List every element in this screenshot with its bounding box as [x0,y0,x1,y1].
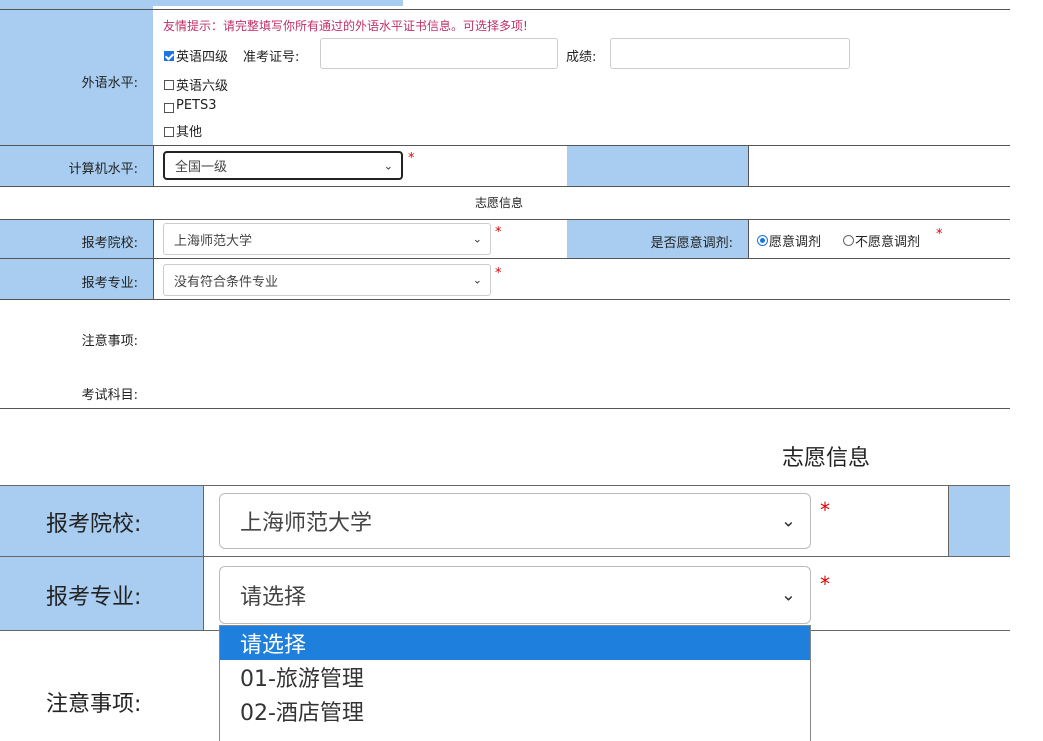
chevron-down-icon: ⌄ [472,232,482,246]
school-label: 报考院校: [81,236,138,251]
cet4-label: 英语四级 [176,50,229,65]
divider [748,146,749,186]
pets3-label: PETS3 [176,98,217,113]
score-label: 成绩: [566,50,597,65]
divider [153,146,154,186]
zoomed-section-title: 志愿信息 [782,446,871,471]
adjust-yes-label: 愿意调剂 [769,235,822,250]
computer-level-select[interactable]: 全国一级 ⌄ [163,151,403,180]
required-mark: * [495,266,502,281]
required-mark: * [408,151,415,166]
required-mark: * [936,227,943,242]
zoomed-adjust-cell [949,486,1010,556]
computer-label: 计算机水平: [68,162,138,177]
divider [153,259,154,299]
school-select[interactable]: 上海师范大学 ⌄ [163,223,491,255]
zoomed-school-label: 报考院校: [46,512,142,537]
computer-level-value: 全国一级 [175,160,228,175]
zoomed-notes-label: 注意事项: [46,692,142,717]
zoomed-school-select[interactable]: 上海师范大学 ⌄ [219,493,811,549]
foreign-language-top-strip [153,0,403,6]
other-checkbox[interactable] [164,127,174,137]
pets3-checkbox[interactable] [164,103,174,113]
divider [0,408,1010,409]
adjust-no-radio[interactable] [843,235,854,246]
cet6-checkbox[interactable] [164,80,174,90]
zoomed-major-label: 报考专业: [46,585,142,610]
adjust-yes-radio[interactable] [757,235,768,246]
school-value: 上海师范大学 [174,233,253,249]
foreign-language-hint: 友情提示：请完整填写你所有通过的外语水平证书信息。可选择多项! [163,19,528,33]
major-label: 报考专业: [81,276,138,291]
divider [153,220,154,258]
cet4-checkbox[interactable] [164,51,174,61]
dropdown-option[interactable]: 01-旅游管理 [220,660,810,694]
chevron-down-icon: ⌄ [780,510,796,532]
notes-label: 注意事项: [81,334,138,349]
adjust-no-label: 不愿意调剂 [855,235,921,250]
subjects-label: 考试科目: [81,388,138,403]
computer-extra-cell [567,146,748,186]
score-input[interactable] [610,38,850,69]
section-title: 志愿信息 [475,196,524,210]
major-dropdown-list[interactable]: 请选择 01-旅游管理 02-酒店管理 [219,625,811,741]
required-mark: * [820,572,830,596]
zoomed-school-value: 上海师范大学 [240,511,373,536]
divider [0,186,1010,187]
required-mark: * [495,225,502,240]
major-select[interactable]: 没有符合条件专业 ⌄ [163,264,491,296]
adjust-label: 是否愿意调剂: [650,236,733,251]
major-value: 没有符合条件专业 [174,274,279,290]
dropdown-option[interactable]: 请选择 [220,626,810,660]
chevron-down-icon: ⌄ [472,273,482,287]
divider [748,220,749,258]
ticket-label: 准考证号: [243,50,300,65]
zoomed-major-value: 请选择 [240,585,307,610]
divider [0,299,1010,300]
cet6-label: 英语六级 [176,79,229,94]
foreign-language-label: 外语水平: [81,76,138,91]
divider [0,9,1010,10]
chevron-down-icon: ⌄ [780,584,796,606]
divider [203,486,204,631]
divider [948,486,949,556]
required-mark: * [820,498,830,522]
dropdown-option[interactable]: 02-酒店管理 [220,694,810,728]
other-label: 其他 [176,125,203,140]
ticket-input[interactable] [320,38,558,69]
zoomed-major-select[interactable]: 请选择 ⌄ [219,566,811,624]
chevron-down-icon: ⌄ [383,159,393,172]
